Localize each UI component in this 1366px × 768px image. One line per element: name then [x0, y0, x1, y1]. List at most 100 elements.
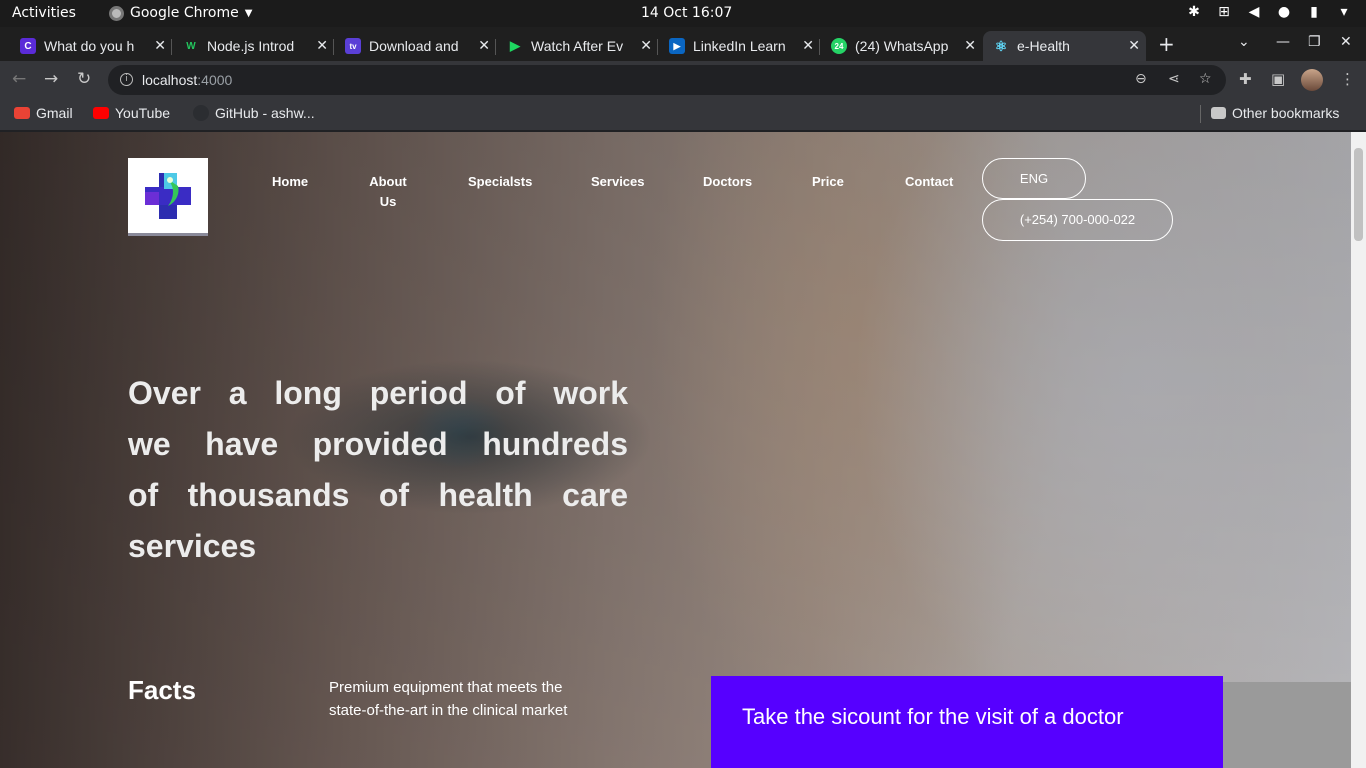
tab-title: Download and	[369, 38, 459, 54]
zoom-icon[interactable]: ⊖	[1135, 71, 1147, 87]
volume-icon[interactable]: ◀	[1246, 4, 1262, 20]
restore-icon[interactable]: ❐	[1308, 34, 1321, 50]
app-menu[interactable]: Google Chrome ▼	[109, 5, 252, 21]
new-tab-icon[interactable]: +	[1158, 32, 1175, 56]
network-icon[interactable]: ⊞	[1216, 4, 1232, 20]
close-tab-icon[interactable]: ✕	[640, 37, 652, 54]
other-bookmarks[interactable]: Other bookmarks	[1211, 105, 1339, 121]
tab-title: (24) WhatsApp	[855, 38, 949, 54]
bookmark-gmail[interactable]: Gmail	[14, 105, 73, 121]
facts-title: Facts	[128, 675, 196, 705]
tab-active[interactable]: ⚛ e-Health ✕	[983, 31, 1146, 61]
url-port: :4000	[197, 72, 233, 88]
decorative-panel	[1222, 682, 1351, 768]
bookmark-label: YouTube	[115, 105, 171, 121]
nav-doctors[interactable]: Doctors	[703, 172, 752, 192]
tab[interactable]: W Node.js Introd ✕	[173, 31, 334, 61]
phone-button[interactable]: (+254) 700-000-022	[982, 199, 1173, 241]
scrollbar-thumb[interactable]	[1354, 148, 1363, 241]
bookmark-star-icon[interactable]: ☆	[1199, 71, 1212, 87]
minimize-icon[interactable]: —	[1276, 34, 1290, 50]
system-tray[interactable]: ✱ ⊞ ◀ ● ▮ ▾	[1186, 4, 1352, 20]
slack-icon[interactable]: ✱	[1186, 4, 1202, 20]
nav-contact[interactable]: Contact	[905, 172, 953, 192]
nav-services[interactable]: Services	[591, 172, 645, 192]
close-tab-icon[interactable]: ✕	[1128, 37, 1140, 54]
close-tab-icon[interactable]: ✕	[316, 37, 328, 54]
medical-cross-icon	[145, 172, 191, 219]
tab-title: Node.js Introd	[207, 38, 295, 54]
browser-toolbar: ← → ↻ i localhost:4000 ⊖ ⋖ ☆ ✚ ▣ ⋮	[0, 61, 1366, 98]
extensions-icon[interactable]: ✚	[1239, 70, 1252, 88]
close-tab-icon[interactable]: ✕	[154, 37, 166, 54]
side-panel-icon[interactable]: ▣	[1271, 70, 1285, 88]
tab[interactable]: 24 (24) WhatsApp ✕	[821, 31, 982, 61]
discount-banner-text: Take the sicount for the visit of a doct…	[742, 704, 1124, 729]
tab-title: Watch After Ev	[531, 38, 624, 54]
tab-separator	[819, 39, 820, 55]
folder-icon	[1211, 107, 1226, 119]
nav-home[interactable]: Home	[272, 172, 308, 192]
tab[interactable]: ▶ LinkedIn Learn ✕	[659, 31, 820, 61]
tab-search-icon[interactable]: ⌄	[1238, 34, 1250, 50]
other-bookmarks-label: Other bookmarks	[1232, 105, 1340, 121]
menu-kebab-icon[interactable]: ⋮	[1340, 70, 1355, 88]
activities-button[interactable]: Activities	[12, 5, 76, 21]
bookmark-label: GitHub - ashw...	[215, 105, 315, 121]
tab-separator	[333, 39, 334, 55]
app-name: Google Chrome	[130, 5, 239, 21]
github-icon	[193, 105, 209, 121]
tab-strip: C What do you h ✕ W Node.js Introd ✕ tv …	[0, 27, 1366, 61]
bookmark-youtube[interactable]: YouTube	[93, 105, 170, 121]
tab[interactable]: C What do you h ✕	[10, 31, 172, 61]
close-window-icon[interactable]: ✕	[1340, 34, 1352, 50]
site-logo[interactable]	[128, 158, 208, 236]
react-icon: ⚛	[994, 37, 1008, 54]
tab-favicon-icon: W	[186, 40, 196, 52]
nav-specialists[interactable]: Specialsts	[468, 172, 532, 192]
url-text[interactable]: localhost:4000	[142, 72, 232, 88]
close-tab-icon[interactable]: ✕	[802, 37, 814, 54]
tab[interactable]: tv Download and ✕	[335, 31, 496, 61]
tab-favicon-icon: ▶	[669, 38, 685, 54]
nav-price[interactable]: Price	[812, 172, 844, 192]
battery-icon[interactable]: ▮	[1306, 4, 1322, 20]
tab-separator	[171, 39, 172, 55]
profile-avatar[interactable]	[1301, 69, 1323, 91]
close-tab-icon[interactable]: ✕	[964, 37, 976, 54]
youtube-icon	[93, 107, 109, 119]
site-info-icon[interactable]: i	[120, 73, 133, 86]
url-host: localhost	[142, 72, 198, 88]
tab-favicon-icon: tv	[345, 38, 361, 54]
nav-about-us[interactable]: About Us	[366, 172, 410, 212]
tab-separator	[657, 39, 658, 55]
hero-headline: Over a long period of work we have provi…	[128, 375, 628, 564]
bookmark-github[interactable]: GitHub - ashw...	[193, 105, 315, 121]
forward-icon[interactable]: →	[44, 69, 58, 89]
tab[interactable]: ▶ Watch After Ev ✕	[497, 31, 658, 61]
page-viewport: Home About Us Specialsts Services Doctor…	[0, 132, 1351, 768]
bookmark-label: Gmail	[36, 105, 73, 121]
microphone-icon[interactable]: ●	[1276, 4, 1292, 20]
page-scrollbar[interactable]	[1351, 132, 1366, 768]
close-tab-icon[interactable]: ✕	[478, 37, 490, 54]
address-bar[interactable]: i localhost:4000 ⊖ ⋖ ☆	[108, 65, 1226, 95]
tab-favicon-icon: 24	[831, 38, 847, 54]
tab-separator	[495, 39, 496, 55]
caret-down-icon: ▼	[244, 7, 253, 19]
share-icon[interactable]: ⋖	[1168, 71, 1180, 87]
power-menu-icon[interactable]: ▾	[1336, 4, 1352, 20]
facts-text: Premium equipment that meets the state-o…	[329, 679, 568, 719]
discount-banner[interactable]: Take the sicount for the visit of a doct…	[711, 676, 1223, 768]
language-button[interactable]: ENG	[982, 158, 1086, 199]
tab-title: What do you h	[44, 38, 135, 54]
chrome-icon	[109, 5, 124, 21]
clock[interactable]: 14 Oct 16:07	[641, 5, 732, 21]
gmail-icon	[14, 107, 30, 119]
tab-title: e-Health	[1017, 38, 1070, 54]
tab-title: LinkedIn Learn	[693, 38, 786, 54]
reload-icon[interactable]: ↻	[77, 69, 91, 89]
back-icon[interactable]: ←	[12, 69, 26, 89]
bookmarks-bar: Gmail YouTube GitHub - ashw... Other boo…	[0, 98, 1366, 131]
bookmarks-divider	[1200, 105, 1201, 123]
